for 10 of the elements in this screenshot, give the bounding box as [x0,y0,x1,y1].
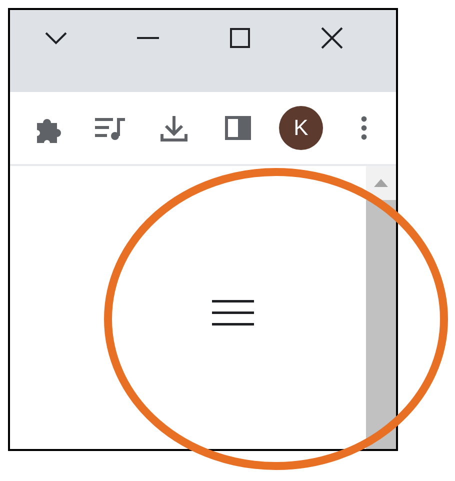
chevron-down-icon[interactable] [44,31,68,45]
more-options-icon[interactable] [361,116,368,140]
maximize-icon[interactable] [230,28,250,48]
close-icon[interactable] [321,27,343,49]
side-panel-icon[interactable] [224,116,251,140]
media-list-icon[interactable] [94,116,127,140]
download-icon[interactable] [160,114,188,142]
menu-icon[interactable] [212,298,254,326]
scrollbar-thumb[interactable] [366,200,396,449]
profile-avatar[interactable]: K [278,106,323,150]
